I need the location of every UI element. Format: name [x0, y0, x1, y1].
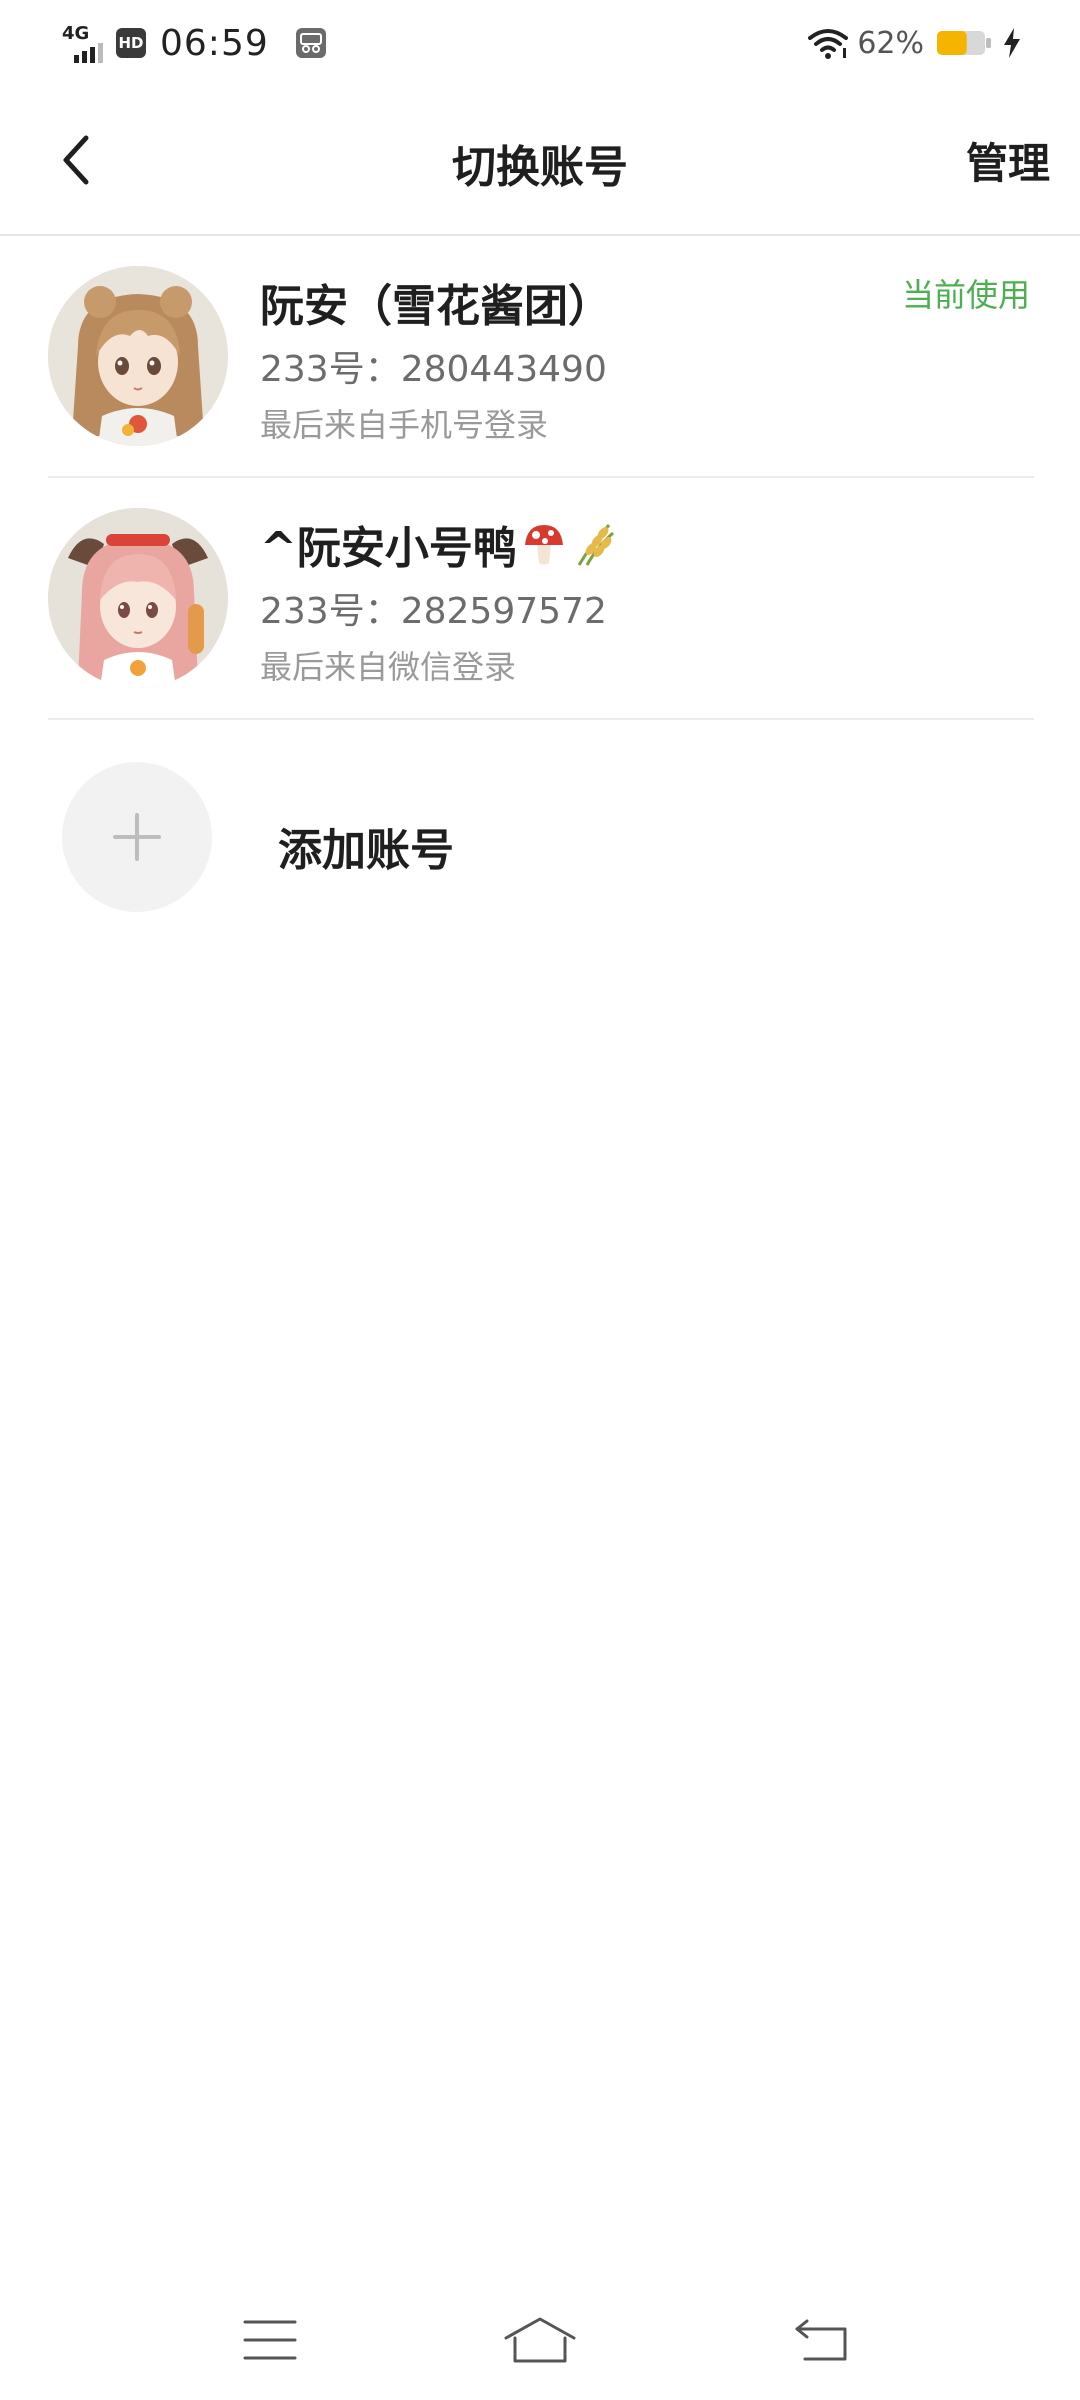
account-uid: 233号：280443490: [260, 349, 607, 390]
charging-icon: [1004, 28, 1020, 58]
nav-home-button[interactable]: [500, 2310, 580, 2370]
nav-back-button[interactable]: [782, 2310, 862, 2370]
clock: 06:59: [160, 22, 269, 64]
account-name: ^阮安小号鸭: [260, 512, 617, 576]
signal-bars-icon: [74, 43, 103, 63]
system-nav-bar: [0, 2280, 1080, 2400]
status-bar-right: 62%: [807, 18, 1022, 68]
rice-icon: [577, 523, 614, 566]
signal-icon: 4G: [62, 23, 110, 63]
switch-account-screen: 4G HD 06:59 62% 切换账号 管理 阮安（雪花酱团） 233号：28…: [0, 0, 1080, 2400]
manage-button[interactable]: 管理: [966, 130, 1050, 191]
anime-girl-avatar-icon: [48, 508, 228, 688]
add-account-label: 添加账号: [278, 825, 454, 876]
status-bar: 4G HD 06:59 62%: [0, 0, 1080, 86]
wifi-icon: [808, 29, 849, 59]
current-account-badge: 当前使用: [901, 276, 1030, 314]
battery-percent: 62%: [857, 25, 924, 61]
avatar: [48, 266, 228, 446]
status-bar-left: 4G HD 06:59: [62, 18, 327, 68]
chevron-left-icon: [63, 135, 89, 185]
account-login-source: 最后来自微信登录: [260, 648, 517, 686]
back-arrow-icon: [795, 2319, 847, 2361]
add-account-button[interactable]: 添加账号: [48, 742, 1034, 922]
avatar: [48, 508, 228, 688]
hd-icon: HD: [116, 28, 146, 58]
nav-menu-button[interactable]: [230, 2310, 310, 2370]
menu-icon: [243, 2320, 297, 2360]
app-header: 切换账号 管理: [0, 86, 1080, 236]
account-login-source: 最后来自手机号登录: [260, 406, 549, 444]
mushroom-icon: [524, 525, 563, 565]
battery-icon: [937, 31, 991, 55]
account-uid: 233号：282597572: [260, 591, 607, 632]
account-name: 阮安（雪花酱团）: [260, 281, 612, 332]
account-name-text: ^阮安小号鸭: [260, 523, 517, 574]
home-icon: [504, 2317, 576, 2363]
plus-icon: [113, 813, 161, 861]
back-button[interactable]: [44, 128, 108, 192]
page-title: 切换账号: [452, 142, 628, 193]
account-item[interactable]: 阮安（雪花酱团） 233号：280443490 最后来自手机号登录 当前使用: [48, 236, 1034, 478]
app-notification-icon: [295, 28, 326, 58]
account-item[interactable]: ^阮安小号鸭 233号：282597572 最后来自微信登录: [48, 478, 1034, 720]
anime-girl-avatar-icon: [48, 266, 228, 446]
add-account-circle: [62, 762, 212, 912]
